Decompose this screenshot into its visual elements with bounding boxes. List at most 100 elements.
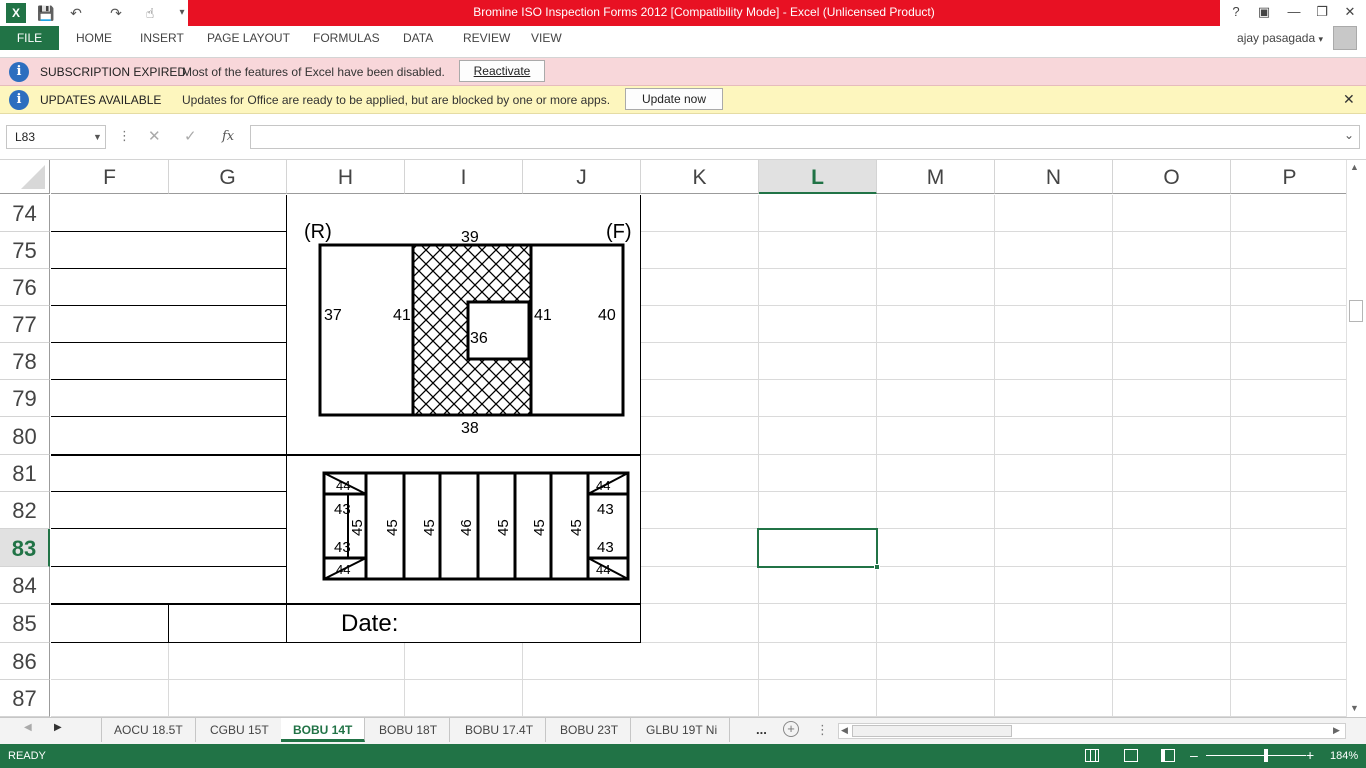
label-right-top: 43 [597, 501, 614, 518]
user-name[interactable]: ajay pasagada ▾ [1237, 26, 1323, 50]
column-header-n[interactable]: N [995, 160, 1113, 194]
undo-icon[interactable]: ↶ [66, 3, 86, 23]
gridline [522, 643, 523, 717]
tab-review[interactable]: REVIEW [463, 26, 510, 50]
column-header-j[interactable]: J [523, 160, 641, 194]
row-header-82[interactable]: 82 [0, 492, 50, 529]
row-header-74[interactable]: 74 [0, 195, 50, 232]
sheet-tab-bobu-14t[interactable]: BOBU 14T [281, 718, 366, 742]
subscription-text: Most of the features of Excel have been … [182, 65, 445, 79]
tab-view[interactable]: VIEW [531, 26, 562, 50]
sheet-tab-bobu-18t[interactable]: BOBU 18T [367, 718, 451, 742]
column-header-o[interactable]: O [1113, 160, 1231, 194]
zoom-out-icon[interactable]: – [1190, 747, 1198, 763]
vertical-scrollbar[interactable]: ▲ ▼ [1346, 160, 1366, 717]
sheet-tab-glbu-19t-ni[interactable]: GLBU 19T Ni [634, 718, 731, 742]
page-break-view-icon[interactable] [1161, 749, 1175, 762]
row-header-87[interactable]: 87 [0, 680, 50, 717]
avatar[interactable] [1333, 26, 1357, 50]
column-header-i[interactable]: I [405, 160, 523, 194]
date-label: Date: [341, 610, 399, 637]
horizontal-scroll-thumb[interactable] [852, 725, 1012, 737]
zoom-slider[interactable] [1206, 755, 1306, 756]
scroll-up-icon[interactable]: ▲ [1350, 162, 1359, 172]
label-top: 39 [461, 229, 479, 246]
row-header-83[interactable]: 83 [0, 529, 50, 567]
active-cell-l83[interactable] [757, 528, 878, 568]
row-header-86[interactable]: 86 [0, 643, 50, 680]
file-tab[interactable]: FILE [0, 26, 59, 50]
column-header-m[interactable]: M [877, 160, 995, 194]
tab-formulas[interactable]: FORMULAS [313, 26, 380, 50]
minimize-button[interactable]: — [1280, 0, 1308, 26]
sheet-tab-bobu-17-4t[interactable]: BOBU 17.4T [453, 718, 547, 742]
fill-handle[interactable] [874, 564, 880, 570]
zoom-level[interactable]: 184% [1330, 750, 1358, 762]
status-bar: READY – + 184% [0, 744, 1366, 768]
tab-page-layout[interactable]: PAGE LAYOUT [207, 26, 290, 50]
enter-icon[interactable]: ✓ [184, 127, 197, 145]
scroll-left-icon[interactable]: ◀ [841, 725, 848, 736]
more-options-icon[interactable]: ⋮ [118, 128, 131, 144]
vertical-scroll-thumb[interactable] [1349, 300, 1363, 322]
help-button[interactable]: ? [1222, 0, 1250, 26]
formula-input[interactable] [250, 125, 1360, 149]
row-header-84[interactable]: 84 [0, 567, 50, 604]
scroll-down-icon[interactable]: ▼ [1350, 703, 1359, 713]
more-sheets-button[interactable]: ... [756, 722, 767, 737]
cancel-icon[interactable]: ✕ [148, 127, 161, 145]
row-header-76[interactable]: 76 [0, 269, 50, 306]
tab-home[interactable]: HOME [76, 26, 112, 50]
page-layout-view-icon[interactable] [1124, 749, 1138, 762]
scroll-right-icon[interactable]: ▶ [1333, 725, 1340, 736]
worksheet-grid[interactable]: F G H I J K L M N O P 74 75 76 77 78 79 … [0, 160, 1346, 717]
row-header-81[interactable]: 81 [0, 455, 50, 492]
sheet-tab-aocu-18-5t[interactable]: AOCU 18.5T [101, 718, 196, 742]
row-header-75[interactable]: 75 [0, 232, 50, 269]
sheet-tab-bobu-23t[interactable]: BOBU 23T [548, 718, 632, 742]
close-button[interactable]: ✕ [1336, 0, 1364, 26]
row-header-79[interactable]: 79 [0, 380, 50, 417]
chevron-down-icon[interactable]: ▼ [93, 126, 102, 148]
prev-sheet-icon[interactable]: ◀ [24, 722, 32, 733]
row-header-80[interactable]: 80 [0, 417, 50, 455]
add-sheet-icon[interactable]: + [783, 721, 799, 737]
next-sheet-icon[interactable]: ▶ [54, 722, 62, 733]
column-header-k[interactable]: K [641, 160, 759, 194]
cell-border [51, 379, 287, 380]
sheet-tab-cgbu-15t[interactable]: CGBU 15T [198, 718, 282, 742]
label-bottom: 38 [461, 420, 479, 437]
window-title: Bromine ISO Inspection Forms 2012 [Compa… [188, 0, 1220, 26]
chevron-down-icon: ▾ [1318, 34, 1323, 44]
expand-formula-bar-icon[interactable]: ⌄ [1344, 128, 1354, 142]
column-header-g[interactable]: G [169, 160, 287, 194]
zoom-in-icon[interactable]: + [1306, 747, 1314, 763]
tab-split-handle-icon[interactable]: ⋮ [816, 722, 829, 738]
redo-icon[interactable]: ↷ [106, 3, 126, 23]
touch-mode-icon[interactable]: ☝ [140, 3, 160, 23]
cell-border [51, 305, 287, 306]
save-icon[interactable]: 💾 [36, 3, 56, 23]
column-header-h[interactable]: H [287, 160, 405, 194]
updates-title: UPDATES AVAILABLE [40, 93, 162, 107]
label-corner-br: 44 [596, 562, 610, 577]
column-header-p[interactable]: P [1231, 160, 1346, 194]
update-now-button[interactable]: Update now [625, 88, 723, 110]
zoom-slider-thumb[interactable] [1264, 749, 1268, 762]
restore-button[interactable]: ❐ [1308, 0, 1336, 26]
insert-function-icon[interactable]: fx [222, 129, 234, 144]
normal-view-icon[interactable] [1085, 749, 1099, 762]
tab-insert[interactable]: INSERT [140, 26, 184, 50]
column-header-f[interactable]: F [51, 160, 169, 194]
row-header-77[interactable]: 77 [0, 306, 50, 343]
select-all-button[interactable] [0, 160, 50, 194]
row-header-78[interactable]: 78 [0, 343, 50, 380]
label-left-bottom: 43 [334, 539, 351, 556]
close-icon[interactable]: ✕ [1343, 91, 1355, 108]
tab-data[interactable]: DATA [403, 26, 433, 50]
column-header-l[interactable]: L [759, 160, 877, 194]
ribbon-display-options-icon[interactable]: ▣ [1250, 0, 1278, 26]
reactivate-button[interactable]: Reactivate [459, 60, 545, 82]
row-header-85[interactable]: 85 [0, 604, 50, 643]
name-box[interactable]: L83 ▼ [6, 125, 106, 149]
